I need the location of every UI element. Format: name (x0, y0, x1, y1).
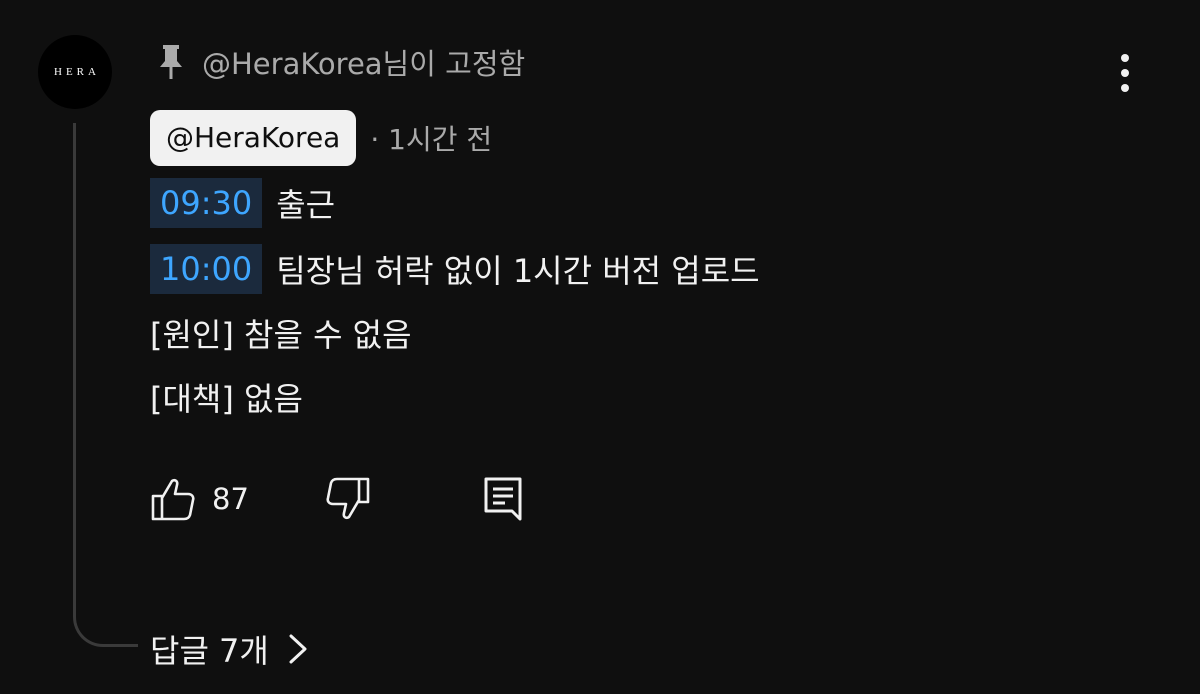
comment-text: [원인] 참을 수 없음 (150, 316, 412, 354)
like-count: 87 (212, 482, 249, 516)
comment-actions: 87 (150, 474, 523, 524)
comment-text: 팀장님 허락 없이 1시간 버전 업로드 (276, 252, 760, 290)
comment-header: @HeraKorea · 1시간 전 (150, 110, 492, 166)
comment-line: [원인] 참을 수 없음 (150, 310, 412, 356)
comment-line: 10:00 팀장님 허락 없이 1시간 버전 업로드 (150, 244, 760, 294)
reply-thread-line (73, 123, 138, 647)
timestamp-link[interactable]: 10:00 (150, 244, 263, 294)
comment-line: 09:30 출근 (150, 178, 335, 228)
avatar-logo-text: HERA (54, 66, 100, 78)
more-options-icon[interactable] (1110, 52, 1140, 96)
channel-avatar[interactable]: HERA (38, 35, 112, 109)
pin-icon (160, 45, 182, 79)
comment-time[interactable]: · 1시간 전 (370, 118, 492, 158)
replies-label: 답글 7개 (150, 632, 269, 670)
author-handle[interactable]: @HeraKorea (150, 110, 357, 166)
reply-icon[interactable] (483, 476, 523, 522)
dislike-icon[interactable] (325, 476, 371, 522)
comment-line: [대책] 없음 (150, 374, 303, 420)
like-icon[interactable] (150, 476, 196, 522)
pinned-indicator: @HeraKorea님이 고정함 (158, 40, 525, 84)
replies-toggle[interactable]: 답글 7개 (150, 626, 309, 672)
comment-text: [대책] 없음 (150, 380, 303, 418)
timestamp-link[interactable]: 09:30 (150, 178, 263, 228)
chevron-right-icon (289, 634, 307, 664)
pinned-label: @HeraKorea님이 고정함 (202, 47, 526, 81)
comment-text: 출근 (276, 186, 336, 224)
